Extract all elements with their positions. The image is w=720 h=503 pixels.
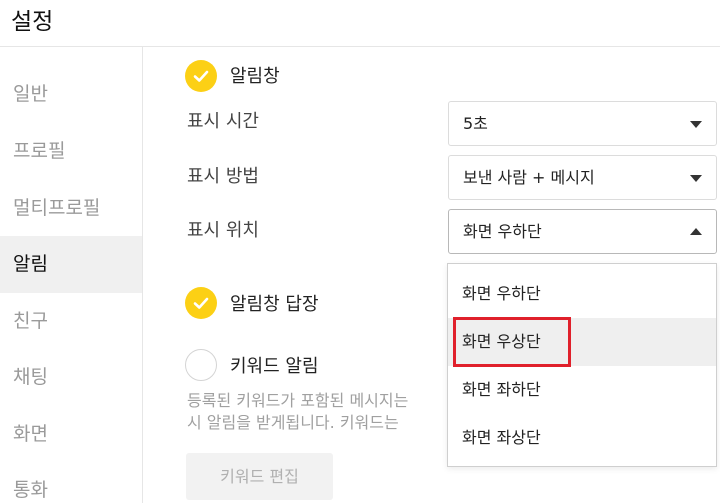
sidebar-item-multiprofile[interactable]: 멀티프로필: [0, 180, 142, 237]
keyword-description: 등록된 키워드가 포함된 메시지는 시 알림을 받게됩니다. 키워드는: [187, 390, 457, 434]
sidebar-item-display[interactable]: 화면: [0, 406, 142, 463]
reply-label: 알림창 답장: [230, 294, 319, 315]
sidebar-item-general[interactable]: 일반: [0, 66, 142, 123]
display-time-value: 5초: [463, 114, 488, 133]
sidebar-item-notification[interactable]: 알림: [0, 236, 142, 293]
position-dropdown-list: 화면 우하단 화면 우상단 화면 좌하단 화면 좌상단: [447, 263, 717, 467]
sidebar-item-chat[interactable]: 채팅: [0, 349, 142, 406]
sidebar-item-call[interactable]: 통화: [0, 462, 142, 503]
checkmark-icon: [193, 297, 209, 309]
popup-label: 알림창: [230, 66, 280, 87]
sidebar-item-friends[interactable]: 친구: [0, 293, 142, 350]
dropdown-option-bottom-left[interactable]: 화면 좌하단: [448, 366, 716, 414]
display-method-value: 보낸 사람 + 메시지: [463, 168, 595, 187]
display-time-select[interactable]: 5초: [448, 101, 717, 146]
dropdown-option-top-right[interactable]: 화면 우상단: [448, 318, 716, 366]
keyword-description-line2: 시 알림을 받게됩니다. 키워드는: [187, 413, 399, 432]
display-position-label: 표시 위치: [187, 220, 259, 241]
popup-checkbox[interactable]: [185, 60, 217, 92]
chevron-down-icon: [690, 175, 702, 182]
display-position-value: 화면 우하단: [463, 222, 542, 241]
sidebar-item-profile[interactable]: 프로필: [0, 123, 142, 180]
display-time-label: 표시 시간: [187, 111, 259, 132]
keyword-checkbox[interactable]: [185, 349, 217, 381]
display-method-label: 표시 방법: [187, 166, 259, 187]
sidebar: 일반 프로필 멀티프로필 알림 친구 채팅 화면 통화: [0, 47, 143, 503]
chevron-down-icon: [690, 121, 702, 128]
keyword-label: 키워드 알림: [230, 356, 319, 377]
chevron-up-icon: [690, 228, 702, 235]
keyword-edit-button[interactable]: 키워드 편집: [186, 453, 333, 500]
dropdown-option-bottom-right[interactable]: 화면 우하단: [448, 270, 716, 318]
reply-checkbox[interactable]: [185, 287, 217, 319]
display-position-select[interactable]: 화면 우하단: [448, 209, 717, 254]
page-title: 설정: [11, 9, 54, 35]
dropdown-option-top-left[interactable]: 화면 좌상단: [448, 414, 716, 462]
keyword-description-line1: 등록된 키워드가 포함된 메시지는: [187, 391, 409, 410]
checkmark-icon: [193, 70, 209, 82]
display-method-select[interactable]: 보낸 사람 + 메시지: [448, 155, 717, 200]
title-bar: 설정: [0, 0, 720, 47]
